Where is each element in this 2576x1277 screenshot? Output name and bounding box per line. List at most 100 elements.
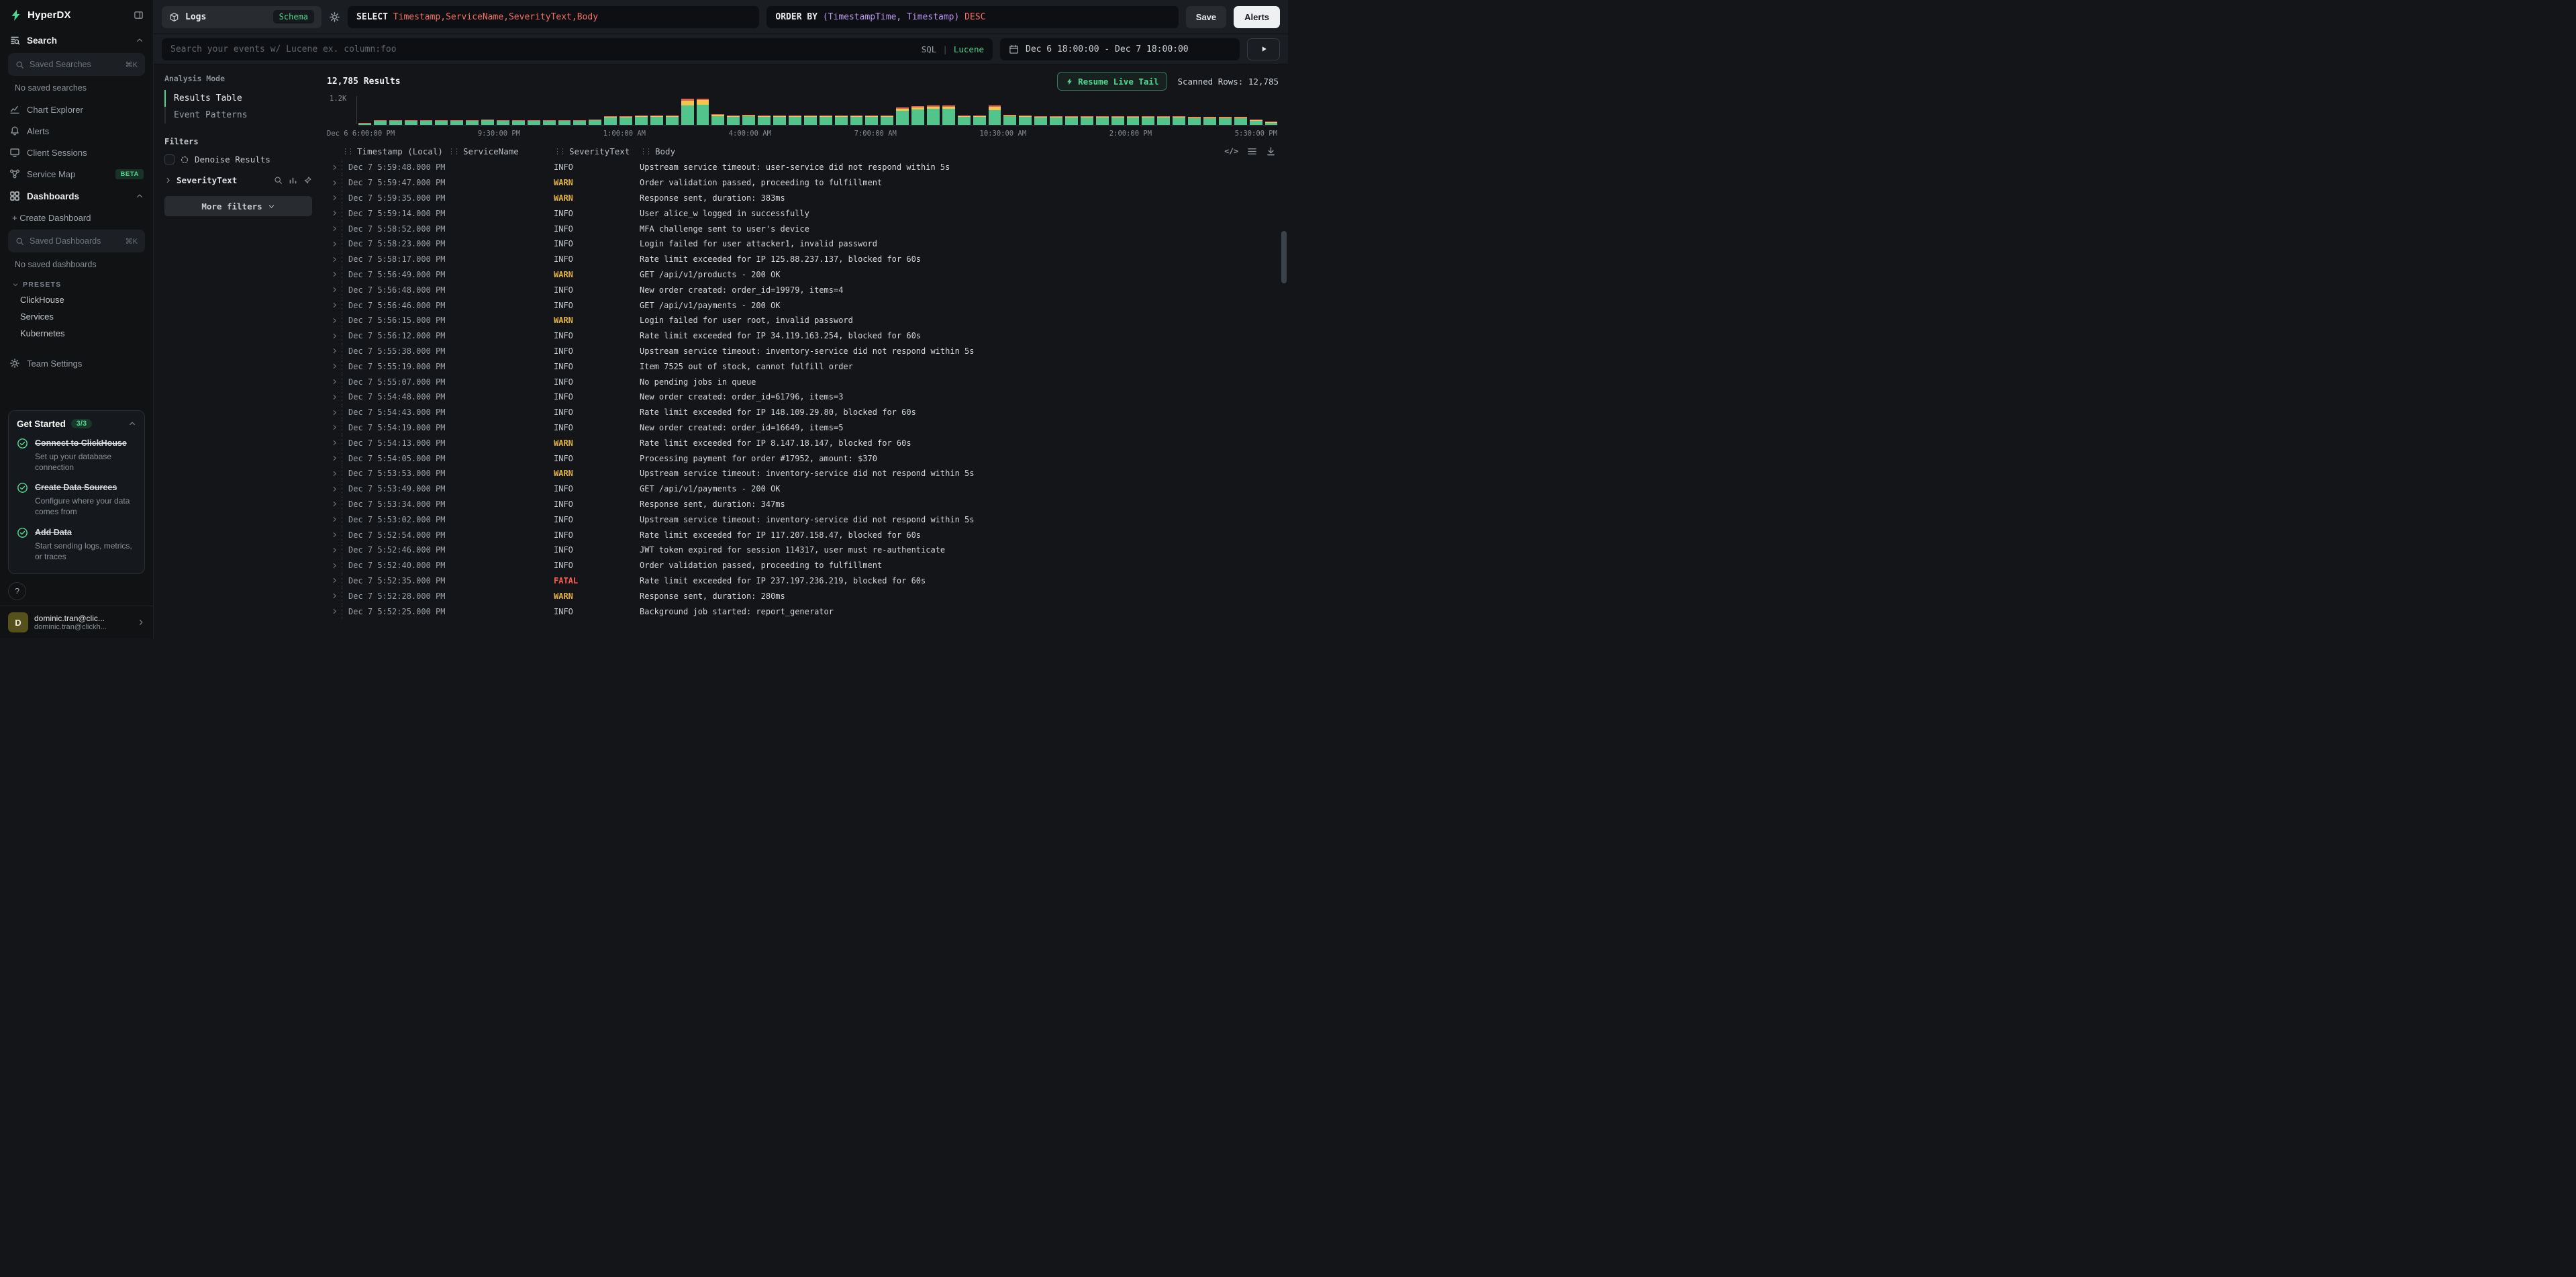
table-scrollbar[interactable] bbox=[1281, 231, 1287, 636]
source-code-icon[interactable]: </> bbox=[1224, 146, 1238, 156]
more-filters-button[interactable]: More filters bbox=[164, 196, 312, 216]
resume-live-tail-button[interactable]: Resume Live Tail bbox=[1057, 72, 1167, 91]
chart-bar[interactable] bbox=[497, 120, 509, 125]
chart-bar[interactable] bbox=[666, 115, 679, 125]
chart-bar[interactable] bbox=[973, 115, 986, 125]
chart-bar[interactable] bbox=[573, 120, 586, 125]
log-row[interactable]: Dec 7 5:58:52.000 PMINFOMFA challenge se… bbox=[327, 221, 1279, 236]
row-expand-icon[interactable] bbox=[327, 256, 342, 263]
facet-severitytext[interactable]: SeverityText bbox=[164, 175, 312, 185]
log-row[interactable]: Dec 7 5:54:43.000 PMINFORate limit excee… bbox=[327, 405, 1279, 420]
chevron-up-icon[interactable] bbox=[136, 36, 144, 44]
chart-bar[interactable] bbox=[1250, 120, 1262, 125]
log-row[interactable]: Dec 7 5:56:49.000 PMWARNGET /api/v1/prod… bbox=[327, 267, 1279, 283]
preset-clickhouse[interactable]: ClickHouse bbox=[0, 291, 153, 308]
log-row[interactable]: Dec 7 5:56:46.000 PMINFOGET /api/v1/paym… bbox=[327, 297, 1279, 313]
saved-dashboards-input[interactable]: ⌘K bbox=[8, 230, 145, 252]
chart-bar[interactable] bbox=[1265, 122, 1278, 125]
column-header-body[interactable]: ⋮⋮Body bbox=[640, 146, 1205, 156]
row-expand-icon[interactable] bbox=[327, 271, 342, 278]
chart-bar[interactable] bbox=[1142, 116, 1154, 125]
log-row[interactable]: Dec 7 5:59:47.000 PMWARNOrder validation… bbox=[327, 175, 1279, 191]
log-row[interactable]: Dec 7 5:54:19.000 PMINFONew order create… bbox=[327, 420, 1279, 436]
mode-results-table[interactable]: Results Table bbox=[166, 90, 312, 107]
chart-bar[interactable] bbox=[389, 120, 402, 125]
get-started-item-sources[interactable]: Create Data SourcesConfigure where your … bbox=[17, 481, 136, 517]
scrollbar-thumb[interactable] bbox=[1281, 231, 1287, 283]
chart-bar[interactable] bbox=[711, 114, 724, 125]
date-range-picker[interactable]: Dec 6 18:00:00 - Dec 7 18:00:00 bbox=[1000, 38, 1240, 60]
collapse-sidebar-icon[interactable] bbox=[134, 10, 144, 20]
chart-bar[interactable] bbox=[835, 115, 848, 125]
download-icon[interactable] bbox=[1266, 146, 1276, 156]
row-expand-icon[interactable] bbox=[327, 592, 342, 600]
chart-bar[interactable] bbox=[481, 120, 494, 125]
preset-kubernetes[interactable]: Kubernetes bbox=[0, 325, 153, 342]
chart-bar[interactable] bbox=[773, 115, 786, 125]
presets-toggle[interactable]: PRESETS bbox=[0, 275, 153, 291]
log-row[interactable]: Dec 7 5:56:12.000 PMINFORate limit excee… bbox=[327, 328, 1279, 344]
log-row[interactable]: Dec 7 5:52:54.000 PMINFORate limit excee… bbox=[327, 527, 1279, 542]
event-search-box[interactable]: SQL | Lucene bbox=[162, 38, 993, 60]
chart-bar[interactable] bbox=[512, 120, 525, 125]
chart-bar[interactable] bbox=[1219, 117, 1232, 125]
column-header-timestamp[interactable]: ⋮⋮Timestamp (Local) bbox=[342, 146, 448, 156]
sidebar-item-service-map[interactable]: Service Map BETA bbox=[0, 163, 153, 185]
chart-bar[interactable] bbox=[1127, 116, 1140, 125]
chart-bar[interactable] bbox=[604, 116, 617, 125]
row-expand-icon[interactable] bbox=[327, 286, 342, 293]
sidebar-item-chart-explorer[interactable]: Chart Explorer bbox=[0, 99, 153, 120]
sidebar-item-team-settings[interactable]: Team Settings bbox=[0, 352, 153, 374]
log-row[interactable]: Dec 7 5:54:13.000 PMWARNRate limit excee… bbox=[327, 435, 1279, 451]
log-row[interactable]: Dec 7 5:58:23.000 PMINFOLogin failed for… bbox=[327, 236, 1279, 252]
chart-bar[interactable] bbox=[681, 99, 694, 125]
log-row[interactable]: Dec 7 5:55:19.000 PMINFOItem 7525 out of… bbox=[327, 359, 1279, 374]
select-columns-input[interactable]: SELECT Timestamp,ServiceName,SeverityTex… bbox=[348, 6, 759, 28]
chart-bar[interactable] bbox=[1234, 117, 1247, 125]
chart-bar[interactable] bbox=[420, 120, 433, 125]
chart-bar[interactable] bbox=[804, 115, 817, 125]
alerts-button[interactable]: Alerts bbox=[1234, 6, 1280, 28]
chart-bar[interactable] bbox=[1003, 115, 1016, 125]
chart-bar[interactable] bbox=[1034, 116, 1047, 125]
log-row[interactable]: Dec 7 5:53:49.000 PMINFOGET /api/v1/paym… bbox=[327, 481, 1279, 497]
row-expand-icon[interactable] bbox=[327, 500, 342, 508]
chart-bar[interactable] bbox=[435, 120, 448, 125]
column-header-severitytext[interactable]: ⋮⋮SeverityText bbox=[554, 146, 640, 156]
chart-bar[interactable] bbox=[1173, 116, 1185, 125]
chart-bar[interactable] bbox=[589, 120, 601, 125]
row-expand-icon[interactable] bbox=[327, 347, 342, 354]
drag-handle-icon[interactable]: ⋮⋮ bbox=[554, 147, 564, 156]
chart-bar[interactable] bbox=[1203, 117, 1216, 125]
row-expand-icon[interactable] bbox=[327, 439, 342, 446]
row-expand-icon[interactable] bbox=[327, 577, 342, 584]
log-row[interactable]: Dec 7 5:54:48.000 PMINFONew order create… bbox=[327, 389, 1279, 405]
row-expand-icon[interactable] bbox=[327, 547, 342, 554]
row-expand-icon[interactable] bbox=[327, 363, 342, 370]
chart-bar[interactable] bbox=[558, 120, 571, 125]
chart-bar[interactable] bbox=[466, 120, 479, 125]
drag-handle-icon[interactable]: ⋮⋮ bbox=[342, 147, 352, 156]
row-expand-icon[interactable] bbox=[327, 531, 342, 538]
log-row[interactable]: Dec 7 5:53:34.000 PMINFOResponse sent, d… bbox=[327, 497, 1279, 512]
chart-bar[interactable] bbox=[958, 115, 971, 125]
chevron-up-icon[interactable] bbox=[136, 192, 144, 200]
row-expand-icon[interactable] bbox=[327, 317, 342, 324]
log-row[interactable]: Dec 7 5:52:40.000 PMINFOOrder validation… bbox=[327, 558, 1279, 573]
row-expand-icon[interactable] bbox=[327, 409, 342, 416]
chart-bar[interactable] bbox=[1157, 116, 1170, 125]
chart-bar[interactable] bbox=[865, 115, 878, 125]
sidebar-section-dashboards[interactable]: Dashboards bbox=[0, 185, 153, 207]
order-by-input[interactable]: ORDER BY (TimestampTime, Timestamp) DESC bbox=[766, 6, 1178, 28]
row-expand-icon[interactable] bbox=[327, 240, 342, 248]
denoise-results-toggle[interactable]: Denoise Results bbox=[164, 154, 312, 164]
sidebar-item-alerts[interactable]: Alerts bbox=[0, 120, 153, 142]
row-expand-icon[interactable] bbox=[327, 378, 342, 385]
get-started-header[interactable]: Get Started 3/3 bbox=[17, 419, 136, 429]
facet-chart-icon[interactable] bbox=[289, 176, 297, 185]
sidebar-item-client-sessions[interactable]: Client Sessions bbox=[0, 142, 153, 163]
log-row[interactable]: Dec 7 5:52:28.000 PMWARNResponse sent, d… bbox=[327, 588, 1279, 604]
chart-bar[interactable] bbox=[405, 120, 417, 125]
chart-bar[interactable] bbox=[727, 115, 740, 125]
facet-pin-icon[interactable] bbox=[303, 176, 312, 185]
